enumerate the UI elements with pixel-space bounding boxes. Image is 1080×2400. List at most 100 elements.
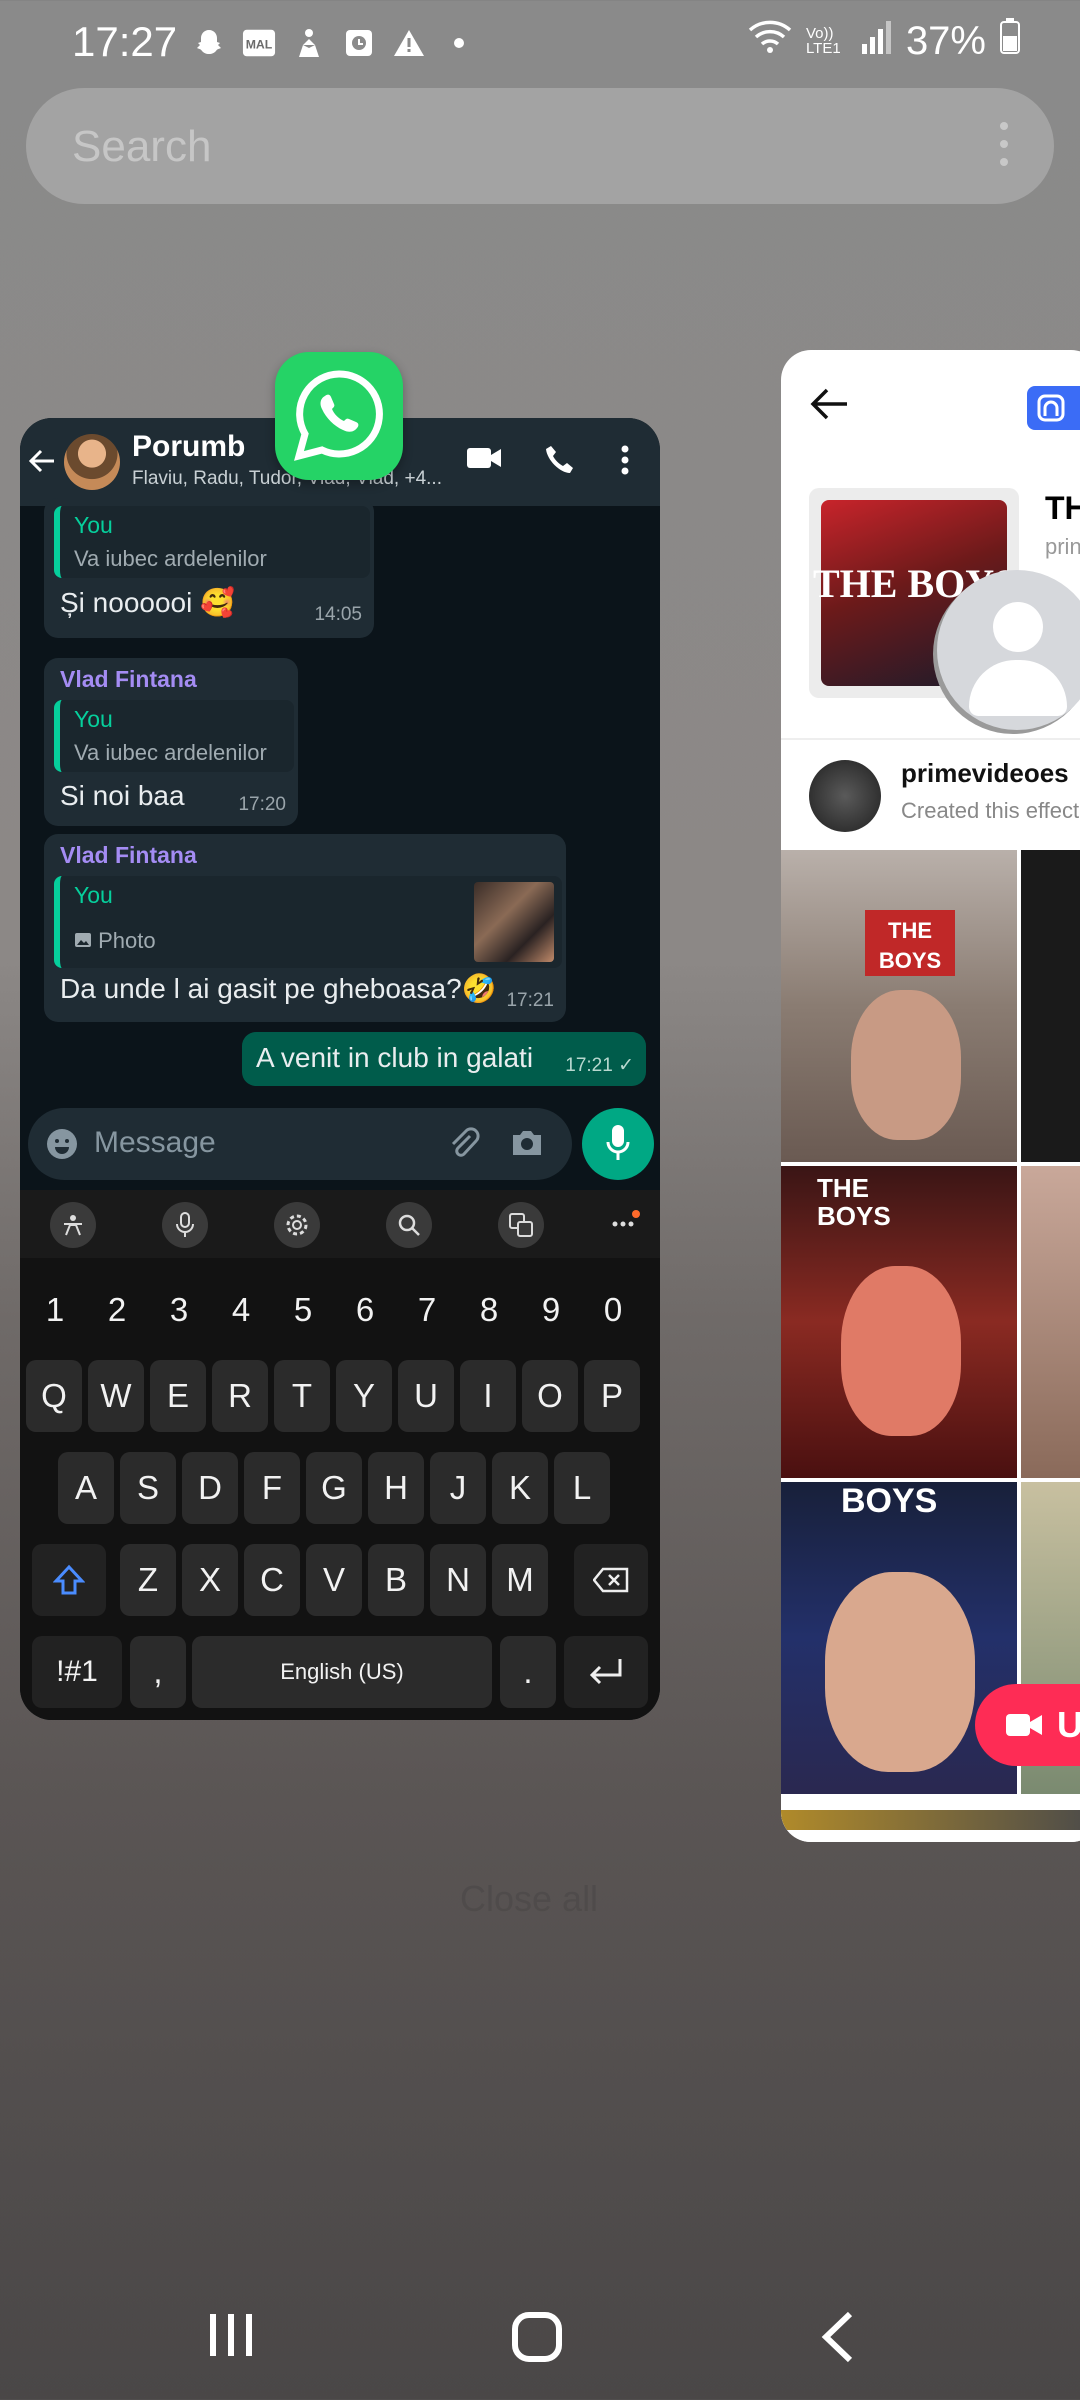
keyboard-settings-icon[interactable] bbox=[274, 1202, 320, 1248]
key-9[interactable]: 9 bbox=[522, 1274, 580, 1346]
period-key[interactable]: . bbox=[500, 1636, 556, 1708]
video-thumbnail[interactable] bbox=[1021, 1166, 1080, 1478]
message-input[interactable]: Message bbox=[28, 1108, 572, 1180]
creator-avatar[interactable] bbox=[809, 760, 881, 832]
hand-icon bbox=[292, 26, 326, 60]
key-v[interactable]: V bbox=[306, 1544, 362, 1616]
key-p[interactable]: P bbox=[584, 1360, 640, 1432]
key-4[interactable]: 4 bbox=[212, 1274, 270, 1346]
message-bubble[interactable]: Vlad Fintana You Photo Da unde l ai gasi… bbox=[44, 834, 566, 1022]
camera-icon[interactable] bbox=[510, 1128, 544, 1163]
key-m[interactable]: M bbox=[492, 1544, 548, 1616]
video-call-icon[interactable] bbox=[466, 444, 506, 480]
voice-record-button[interactable] bbox=[582, 1108, 654, 1180]
sticker-icon[interactable] bbox=[50, 1202, 96, 1248]
recents-search-bar[interactable]: Search bbox=[26, 88, 1054, 204]
quote-text: Va iubec ardelenilor bbox=[74, 546, 267, 571]
key-j[interactable]: J bbox=[430, 1452, 486, 1524]
more-options-icon[interactable] bbox=[1000, 122, 1010, 176]
key-k[interactable]: K bbox=[492, 1452, 548, 1524]
key-5[interactable]: 5 bbox=[274, 1274, 332, 1346]
search-icon[interactable] bbox=[386, 1202, 432, 1248]
key-8[interactable]: 8 bbox=[460, 1274, 518, 1346]
key-h[interactable]: H bbox=[368, 1452, 424, 1524]
quote-text: Va iubec ardelenilor bbox=[74, 740, 267, 765]
key-u[interactable]: U bbox=[398, 1360, 454, 1432]
quote-author: You bbox=[74, 882, 113, 908]
outgoing-message-bubble[interactable]: A venit in club in galati 17:21 ✓ bbox=[242, 1032, 646, 1086]
key-g[interactable]: G bbox=[306, 1452, 362, 1524]
more-icon[interactable] bbox=[610, 1210, 640, 1239]
key-q[interactable]: Q bbox=[26, 1360, 82, 1432]
key-e[interactable]: E bbox=[150, 1360, 206, 1432]
message-list[interactable]: You Va iubec ardelenilor Și noooooi 🥰 14… bbox=[20, 498, 660, 1096]
enter-key[interactable] bbox=[564, 1636, 648, 1708]
key-1[interactable]: 1 bbox=[26, 1274, 84, 1346]
key-b[interactable]: B bbox=[368, 1544, 424, 1616]
effect-badge[interactable] bbox=[1027, 386, 1080, 430]
key-f[interactable]: F bbox=[244, 1452, 300, 1524]
shift-key[interactable] bbox=[32, 1544, 106, 1616]
home-icon[interactable] bbox=[510, 2310, 564, 2369]
key-w[interactable]: W bbox=[88, 1360, 144, 1432]
whatsapp-app-icon[interactable] bbox=[275, 352, 403, 480]
key-t[interactable]: T bbox=[274, 1360, 330, 1432]
whatsapp-app-card[interactable]: Porumb Flaviu, Radu, Tudor, Vlad, Vlad, … bbox=[20, 418, 660, 1720]
space-key[interactable]: English (US) bbox=[192, 1636, 492, 1708]
voice-input-icon[interactable] bbox=[162, 1202, 208, 1248]
emoji-icon[interactable] bbox=[46, 1128, 78, 1165]
key-l[interactable]: L bbox=[554, 1452, 610, 1524]
quoted-message[interactable]: You Va iubec ardelenilor bbox=[54, 506, 370, 578]
message-bubble[interactable]: You Va iubec ardelenilor Și noooooi 🥰 14… bbox=[44, 498, 374, 638]
key-i[interactable]: I bbox=[460, 1360, 516, 1432]
key-n[interactable]: N bbox=[430, 1544, 486, 1616]
back-arrow-icon[interactable] bbox=[28, 442, 56, 484]
key-o[interactable]: O bbox=[522, 1360, 578, 1432]
key-s[interactable]: S bbox=[120, 1452, 176, 1524]
quoted-photo-thumbnail[interactable] bbox=[474, 882, 554, 962]
quote-author: You bbox=[74, 706, 113, 732]
key-7[interactable]: 7 bbox=[398, 1274, 456, 1346]
key-c[interactable]: C bbox=[244, 1544, 300, 1616]
quoted-message[interactable]: You Photo bbox=[54, 876, 562, 968]
video-camera-icon bbox=[1006, 1714, 1042, 1736]
recents-icon[interactable] bbox=[206, 2310, 256, 2365]
video-thumbnail[interactable] bbox=[1021, 850, 1080, 1162]
voice-call-icon[interactable] bbox=[544, 444, 584, 480]
message-text: Și noooooi 🥰 bbox=[60, 587, 235, 618]
creator-name[interactable]: primevideoes bbox=[901, 758, 1069, 789]
effect-app-card[interactable]: THE BOYS TH prin primevideoes Created th… bbox=[781, 350, 1080, 1842]
key-y[interactable]: Y bbox=[336, 1360, 392, 1432]
key-d[interactable]: D bbox=[182, 1452, 238, 1524]
backspace-key[interactable] bbox=[574, 1544, 648, 1616]
back-icon[interactable] bbox=[818, 2310, 858, 2369]
quoted-message[interactable]: You Va iubec ardelenilor bbox=[54, 700, 294, 772]
use-effect-button[interactable]: U bbox=[975, 1684, 1080, 1766]
symbols-key[interactable]: !#1 bbox=[32, 1636, 122, 1708]
comma-key[interactable]: , bbox=[130, 1636, 186, 1708]
back-arrow-icon[interactable] bbox=[809, 386, 849, 427]
overflow-menu-icon[interactable] bbox=[620, 444, 660, 480]
video-thumbnail[interactable]: THE BOYS bbox=[781, 1166, 1017, 1478]
shift-icon bbox=[53, 1564, 85, 1595]
key-a[interactable]: A bbox=[58, 1452, 114, 1524]
key-x[interactable]: X bbox=[182, 1544, 238, 1616]
translate-icon[interactable] bbox=[498, 1202, 544, 1248]
close-all-button[interactable]: Close all bbox=[460, 1878, 598, 1920]
group-avatar[interactable] bbox=[64, 434, 120, 490]
key-r[interactable]: R bbox=[212, 1360, 268, 1432]
enter-icon bbox=[589, 1659, 622, 1685]
key-0[interactable]: 0 bbox=[584, 1274, 642, 1346]
key-3[interactable]: 3 bbox=[150, 1274, 208, 1346]
key-2[interactable]: 2 bbox=[88, 1274, 146, 1346]
message-bubble[interactable]: Vlad Fintana You Va iubec ardelenilor Si… bbox=[44, 658, 298, 826]
chat-name[interactable]: Porumb bbox=[132, 430, 245, 464]
attach-icon[interactable] bbox=[446, 1126, 480, 1165]
video-thumbnail[interactable]: THE BOYS bbox=[781, 850, 1017, 1162]
key-z[interactable]: Z bbox=[120, 1544, 176, 1616]
calendar-icon bbox=[342, 26, 376, 60]
message-placeholder: Message bbox=[94, 1126, 216, 1159]
key-6[interactable]: 6 bbox=[336, 1274, 394, 1346]
keyboard[interactable]: 1 2 3 4 5 6 7 8 9 0 Q W E R T Y U I O P … bbox=[20, 1190, 660, 1720]
backspace-icon bbox=[593, 1567, 629, 1593]
